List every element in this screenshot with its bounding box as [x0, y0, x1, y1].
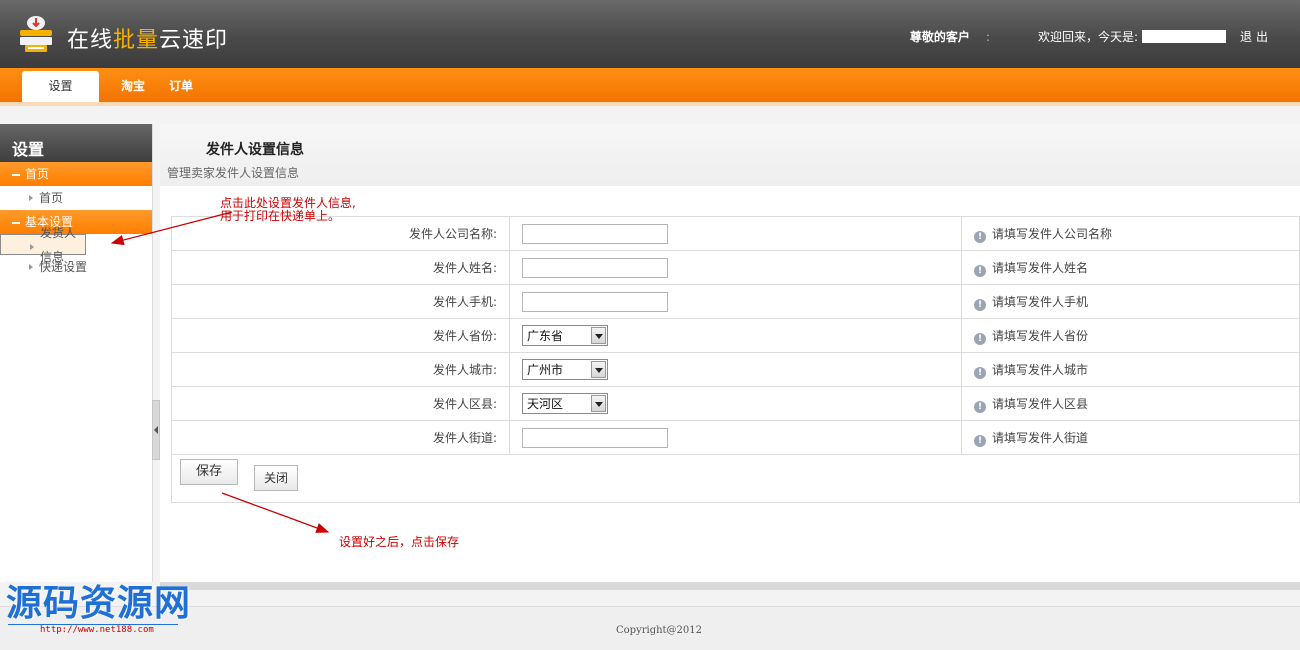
- info-icon: !: [974, 298, 986, 311]
- watermark-title: 源码资源网: [6, 583, 192, 624]
- close-button[interactable]: 关闭: [254, 465, 298, 491]
- page-header: 发件人设置信息 管理卖家发件人设置信息: [160, 124, 1300, 186]
- sidebar-title: 设置: [0, 124, 152, 162]
- form-row-phone: 发件人手机: ! 请填写发件人手机: [171, 284, 1300, 319]
- info-icon: !: [974, 264, 986, 277]
- street-input[interactable]: [522, 427, 668, 448]
- info-icon: !: [974, 400, 986, 413]
- sidebar: 设置 首页 首页 基本设置 发货人信息 快递设置: [0, 124, 153, 582]
- logout-link[interactable]: 退出: [1240, 28, 1272, 45]
- name-label: 发件人姓名:: [171, 250, 510, 285]
- page-footer: Copyright@2012: [0, 606, 1300, 650]
- chevron-down-icon[interactable]: [591, 361, 606, 378]
- sidebar-item-home[interactable]: 首页: [0, 186, 152, 210]
- sidebar-item-sender-info[interactable]: 发货人信息: [0, 226, 86, 264]
- nav-divider: [0, 102, 1300, 106]
- sidebar-item-express-settings[interactable]: 快递设置: [0, 255, 152, 279]
- sidebar-group-home[interactable]: 首页: [0, 162, 152, 186]
- info-icon: !: [974, 434, 986, 447]
- tab-taobao[interactable]: 淘宝: [121, 71, 145, 102]
- collapse-icon: [12, 173, 20, 176]
- info-icon: !: [974, 366, 986, 379]
- watermark: 源码资源网 http://www.net188.com: [6, 582, 191, 635]
- city-select[interactable]: 广州市: [522, 359, 608, 380]
- street-label: 发件人街道:: [171, 420, 510, 455]
- form-row-street: 发件人街道: ! 请填写发件人街道: [171, 420, 1300, 455]
- date-display: [1141, 30, 1226, 43]
- main-content: 发件人设置信息 管理卖家发件人设置信息 发件人公司名称: ! 请填写发件人公司名称…: [160, 124, 1300, 584]
- printer-cloud-icon: [20, 16, 52, 52]
- save-button[interactable]: 保存: [180, 459, 238, 485]
- district-label: 发件人区县:: [171, 386, 510, 421]
- app-logo-text: 在线批量云速印: [67, 28, 229, 53]
- form-tip: ! 请填写发件人手机: [961, 284, 1300, 319]
- copyright-text: Copyright@2012: [616, 625, 703, 636]
- chevron-down-icon[interactable]: [591, 395, 606, 412]
- phone-label: 发件人手机:: [171, 284, 510, 319]
- form-row-district: 发件人区县: 天河区 ! 请填写发件人区县: [171, 386, 1300, 421]
- form-tip: ! 请填写发件人公司名称: [961, 216, 1300, 251]
- tab-settings[interactable]: 设置: [22, 71, 99, 102]
- info-icon: !: [974, 230, 986, 243]
- form-tip: ! 请填写发件人区县: [961, 386, 1300, 421]
- form-tip: ! 请填写发件人姓名: [961, 250, 1300, 285]
- name-input[interactable]: [522, 257, 668, 278]
- province-select[interactable]: 广东省: [522, 325, 608, 346]
- app-header: 在线批量云速印 尊敬的客户 : 欢迎回来，今天是: 退出: [0, 0, 1300, 68]
- sidebar-collapse-handle[interactable]: [152, 400, 160, 460]
- content-bottom-bar: [160, 582, 1300, 590]
- sidebar-annotation: 点击此处设置发件人信息, 用于打印在快递单上。: [220, 196, 356, 223]
- sender-form: 发件人公司名称: ! 请填写发件人公司名称 发件人姓名: ! 请填写发件人姓名 发件…: [171, 216, 1300, 455]
- chevron-down-icon[interactable]: [591, 327, 606, 344]
- city-label: 发件人城市:: [171, 352, 510, 387]
- form-row-name: 发件人姓名: ! 请填写发件人姓名: [171, 250, 1300, 285]
- top-nav: 设置 淘宝 订单: [0, 68, 1300, 102]
- form-row-city: 发件人城市: 广州市 ! 请填写发件人城市: [171, 352, 1300, 387]
- form-tip: ! 请填写发件人城市: [961, 352, 1300, 387]
- collapse-icon: [12, 221, 20, 224]
- info-icon: !: [974, 332, 986, 345]
- form-row-province: 发件人省份: 广东省 ! 请填写发件人省份: [171, 318, 1300, 353]
- district-select[interactable]: 天河区: [522, 393, 608, 414]
- welcome-text: 欢迎回来，今天是:: [1037, 30, 1138, 44]
- page-title: 发件人设置信息: [206, 142, 304, 158]
- company-input[interactable]: [522, 223, 668, 244]
- province-label: 发件人省份:: [171, 318, 510, 353]
- greeting-separator: :: [985, 29, 990, 44]
- customer-greeting: 尊敬的客户: [909, 30, 970, 44]
- form-tip: ! 请填写发件人省份: [961, 318, 1300, 353]
- user-info: 尊敬的客户 : 欢迎回来，今天是: 退出: [910, 28, 1272, 45]
- save-annotation: 设置好之后，点击保存: [339, 535, 460, 549]
- phone-input[interactable]: [522, 291, 668, 312]
- tab-orders[interactable]: 订单: [169, 71, 193, 102]
- page-subtitle: 管理卖家发件人设置信息: [167, 166, 300, 180]
- form-actions: 保存 关闭: [171, 453, 1300, 503]
- form-tip: ! 请填写发件人街道: [961, 420, 1300, 455]
